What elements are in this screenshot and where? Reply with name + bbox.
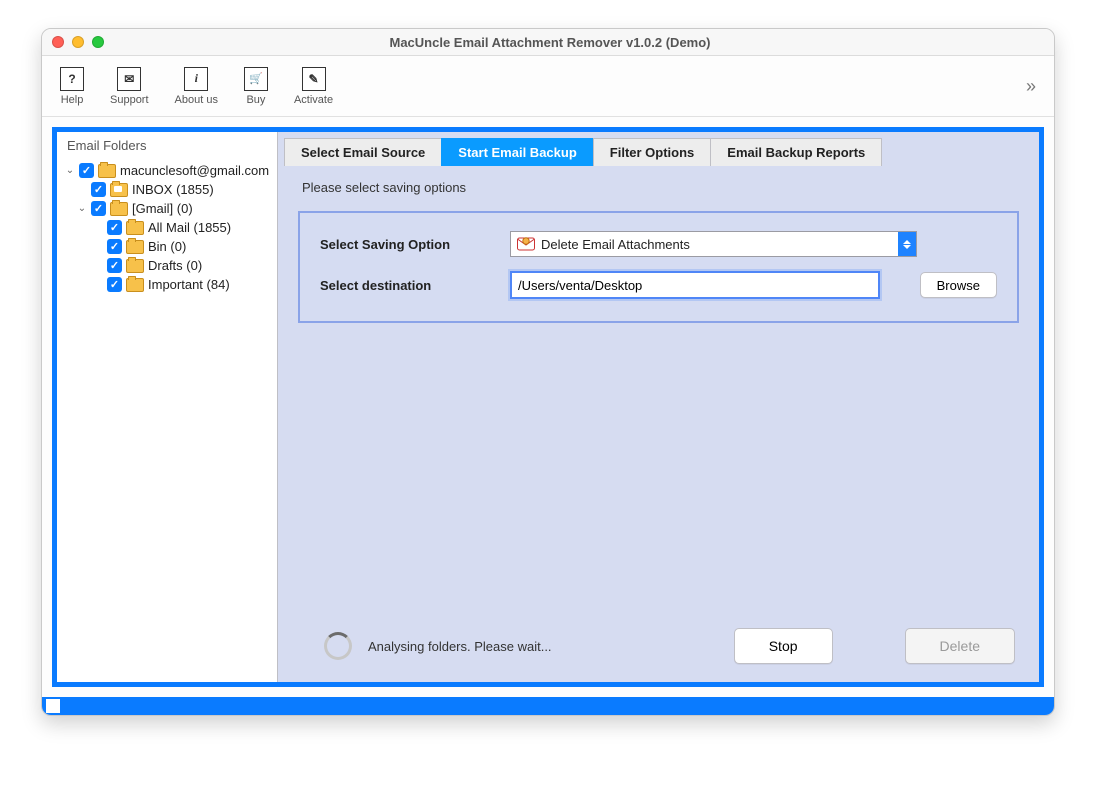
stop-button[interactable]: Stop bbox=[734, 628, 833, 664]
content-frame: Email Folders ⌄ ✓ macunclesoft@gmail.com… bbox=[52, 127, 1044, 687]
toolbar-about-label: About us bbox=[175, 94, 218, 106]
folder-icon bbox=[110, 202, 128, 216]
tree-row-account[interactable]: ⌄ ✓ macunclesoft@gmail.com bbox=[63, 161, 275, 180]
help-icon: ? bbox=[60, 67, 84, 91]
browse-button[interactable]: Browse bbox=[920, 272, 997, 298]
main-panel: Select Email Source Start Email Backup F… bbox=[278, 132, 1039, 682]
tree-row-allmail[interactable]: ✓ All Mail (1855) bbox=[63, 218, 275, 237]
options-group: Select Saving Option Delete Email bbox=[298, 211, 1019, 323]
saving-option-select[interactable]: Delete Email Attachments bbox=[510, 231, 917, 257]
folder-icon bbox=[126, 259, 144, 273]
folder-icon bbox=[126, 221, 144, 235]
saving-option-label: Select Saving Option bbox=[320, 237, 500, 252]
toolbar-help[interactable]: ? Help bbox=[60, 67, 84, 106]
app-window: MacUncle Email Attachment Remover v1.0.2… bbox=[41, 28, 1055, 716]
delete-button[interactable]: Delete bbox=[905, 628, 1015, 664]
spinner-icon bbox=[324, 632, 352, 660]
folder-tree: ⌄ ✓ macunclesoft@gmail.com ✓ INBOX (1855… bbox=[57, 159, 277, 294]
tree-row-drafts[interactable]: ✓ Drafts (0) bbox=[63, 256, 275, 275]
checkbox[interactable]: ✓ bbox=[107, 277, 122, 292]
close-window-button[interactable] bbox=[52, 36, 64, 48]
tree-label: Bin (0) bbox=[148, 239, 186, 254]
destination-label: Select destination bbox=[320, 278, 500, 293]
tab-backup-reports[interactable]: Email Backup Reports bbox=[710, 138, 882, 166]
disclosure-icon[interactable]: ⌄ bbox=[65, 165, 75, 176]
footer-bar bbox=[42, 697, 1054, 715]
folder-icon bbox=[126, 278, 144, 292]
dropdown-arrows-icon bbox=[898, 232, 916, 256]
disclosure-icon[interactable]: ⌄ bbox=[77, 203, 87, 214]
tab-start-backup[interactable]: Start Email Backup bbox=[441, 138, 594, 166]
checkbox[interactable]: ✓ bbox=[107, 239, 122, 254]
activate-icon: ✎ bbox=[302, 67, 326, 91]
panel-prompt: Please select saving options bbox=[302, 180, 1019, 195]
tab-bar: Select Email Source Start Email Backup F… bbox=[278, 132, 1039, 166]
tab-select-source[interactable]: Select Email Source bbox=[284, 138, 442, 166]
tree-label: All Mail (1855) bbox=[148, 220, 231, 235]
content-area: Email Folders ⌄ ✓ macunclesoft@gmail.com… bbox=[42, 117, 1054, 697]
toolbar-buy[interactable]: 🛒 Buy bbox=[244, 67, 268, 106]
tree-label: macunclesoft@gmail.com bbox=[120, 163, 269, 178]
folder-icon bbox=[126, 240, 144, 254]
sidebar-heading: Email Folders bbox=[57, 132, 277, 159]
zoom-window-button[interactable] bbox=[92, 36, 104, 48]
buy-icon: 🛒 bbox=[244, 67, 268, 91]
toolbar-overflow-icon[interactable]: » bbox=[1026, 76, 1036, 97]
checkbox[interactable]: ✓ bbox=[107, 258, 122, 273]
toolbar-support-label: Support bbox=[110, 94, 149, 106]
toolbar-activate-label: Activate bbox=[294, 94, 333, 106]
tree-row-inbox[interactable]: ✓ INBOX (1855) bbox=[63, 180, 275, 199]
mail-icon bbox=[517, 237, 535, 251]
finder-icon bbox=[46, 699, 60, 713]
toolbar-activate[interactable]: ✎ Activate bbox=[294, 67, 333, 106]
toolbar-support[interactable]: ✉ Support bbox=[110, 67, 149, 106]
inbox-folder-icon bbox=[110, 183, 128, 197]
row-destination: Select destination Browse bbox=[320, 271, 997, 299]
checkbox[interactable]: ✓ bbox=[91, 201, 106, 216]
toolbar-buy-label: Buy bbox=[244, 94, 268, 106]
tree-label: Important (84) bbox=[148, 277, 230, 292]
sidebar: Email Folders ⌄ ✓ macunclesoft@gmail.com… bbox=[57, 132, 278, 682]
support-icon: ✉ bbox=[117, 67, 141, 91]
tab-filter-options[interactable]: Filter Options bbox=[593, 138, 712, 166]
toolbar-help-label: Help bbox=[60, 94, 84, 106]
window-controls bbox=[52, 36, 104, 48]
folder-icon bbox=[98, 164, 116, 178]
tree-label: INBOX (1855) bbox=[132, 182, 214, 197]
tree-label: Drafts (0) bbox=[148, 258, 202, 273]
row-saving-option: Select Saving Option Delete Email bbox=[320, 231, 997, 257]
tree-row-gmail[interactable]: ⌄ ✓ [Gmail] (0) bbox=[63, 199, 275, 218]
checkbox[interactable]: ✓ bbox=[79, 163, 94, 178]
status-row: Analysing folders. Please wait... Stop D… bbox=[298, 622, 1019, 668]
tree-label: [Gmail] (0) bbox=[132, 201, 193, 216]
checkbox[interactable]: ✓ bbox=[107, 220, 122, 235]
toolbar-about[interactable]: i About us bbox=[175, 67, 218, 106]
panel-body: Please select saving options Select Savi… bbox=[278, 166, 1039, 682]
toolbar: ? Help ✉ Support i About us 🛒 Buy ✎ Acti… bbox=[42, 56, 1054, 117]
minimize-window-button[interactable] bbox=[72, 36, 84, 48]
destination-input[interactable] bbox=[510, 271, 880, 299]
titlebar: MacUncle Email Attachment Remover v1.0.2… bbox=[42, 29, 1054, 56]
about-icon: i bbox=[184, 67, 208, 91]
status-text: Analysing folders. Please wait... bbox=[368, 639, 552, 654]
window-title: MacUncle Email Attachment Remover v1.0.2… bbox=[104, 35, 996, 50]
saving-option-value: Delete Email Attachments bbox=[541, 237, 690, 252]
checkbox[interactable]: ✓ bbox=[91, 182, 106, 197]
tree-row-important[interactable]: ✓ Important (84) bbox=[63, 275, 275, 294]
tree-row-bin[interactable]: ✓ Bin (0) bbox=[63, 237, 275, 256]
